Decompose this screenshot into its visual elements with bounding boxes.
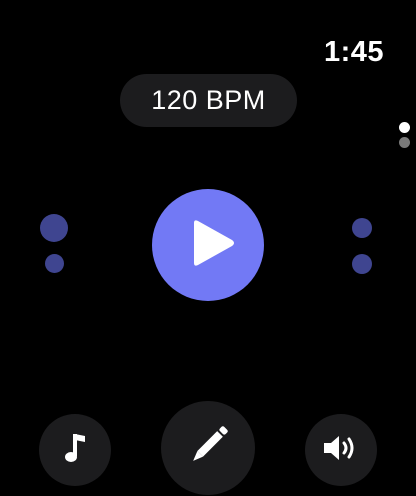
beat-dot-right-top [352, 218, 372, 238]
music-note-icon [63, 432, 87, 469]
beat-dot-right-bottom [352, 254, 372, 274]
pencil-icon [185, 423, 231, 474]
bpm-label: 120 BPM [151, 85, 266, 115]
page-dot-active [399, 122, 410, 133]
music-button[interactable] [39, 414, 111, 486]
sound-button[interactable] [305, 414, 377, 486]
play-button[interactable] [152, 189, 264, 301]
bpm-button[interactable]: 120 BPM [120, 74, 297, 127]
speaker-icon [322, 433, 360, 468]
page-indicator [399, 122, 411, 152]
page-dot-inactive [399, 137, 410, 148]
edit-button[interactable] [161, 401, 255, 495]
time-label: 1:45 [323, 36, 384, 68]
beat-dot-left-large [40, 214, 68, 242]
beat-dot-left-small [45, 254, 64, 273]
play-icon [180, 219, 236, 272]
